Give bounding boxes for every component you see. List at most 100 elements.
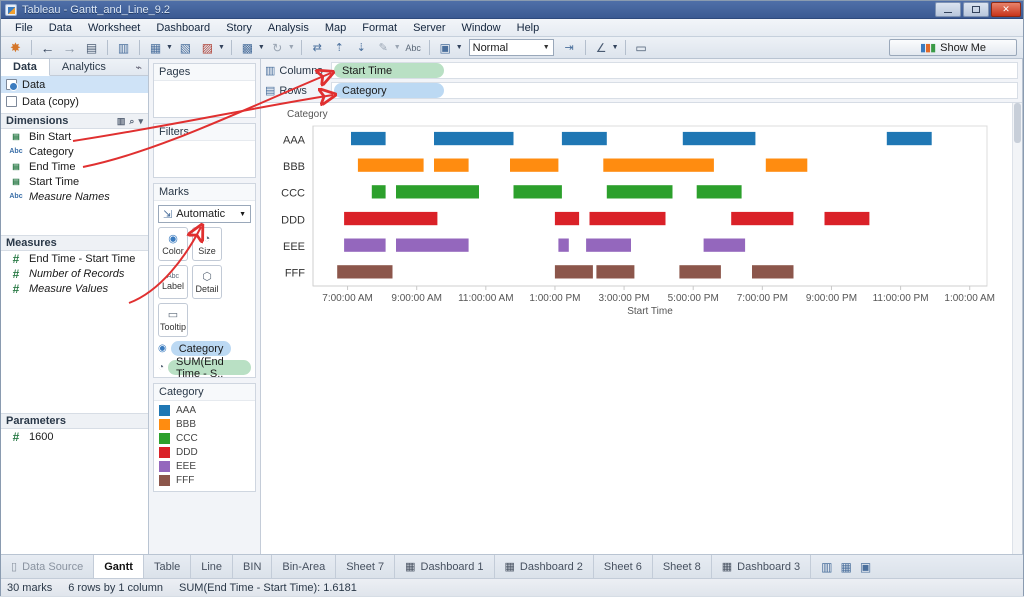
gantt-bar-ccc[interactable] xyxy=(696,185,742,199)
dimension-category[interactable]: Abc Category xyxy=(1,144,148,159)
sort-descending-icon[interactable]: ⇣ xyxy=(352,38,371,57)
gantt-bar-eee[interactable] xyxy=(344,238,386,252)
pages-drop-zone[interactable] xyxy=(154,81,255,117)
pin-pane-icon[interactable]: ⌁ xyxy=(129,59,148,75)
swap-rows-columns-icon[interactable]: ⇄ xyxy=(308,38,327,57)
close-button[interactable]: ✕ xyxy=(991,2,1021,17)
view-vertical-scrollbar[interactable] xyxy=(1012,103,1022,554)
sheet-tab-line[interactable]: Line xyxy=(191,555,234,578)
parameter-1600[interactable]: # 1600 xyxy=(1,429,148,444)
gantt-bar-ccc[interactable] xyxy=(606,185,673,199)
marks-pill-sum-end-time-start-time[interactable]: SUM(End Time - S.. xyxy=(168,356,251,380)
new-worksheet-icon[interactable]: ▥ xyxy=(821,560,832,574)
gantt-bar-ddd[interactable] xyxy=(731,211,794,226)
new-worksheet-icon[interactable]: ▦ xyxy=(146,38,165,57)
gantt-bar-ddd[interactable] xyxy=(554,211,580,226)
gantt-bar-aaa[interactable] xyxy=(351,131,386,146)
pause-chevron-down-icon[interactable]: ▼ xyxy=(258,44,265,51)
dimension-measure-names[interactable]: Abc Measure Names xyxy=(1,189,148,204)
sheet-tab-dashboard-3[interactable]: ▦ Dashboard 3 xyxy=(712,555,812,578)
highlight-icon[interactable]: ✎ xyxy=(374,38,393,57)
gantt-bar-bbb[interactable] xyxy=(434,158,469,172)
gantt-bar-eee[interactable] xyxy=(586,238,631,252)
columns-pill-start-time[interactable]: Start Time xyxy=(334,63,444,78)
tab-data[interactable]: Data xyxy=(1,59,50,76)
legend-item-eee[interactable]: EEE xyxy=(154,459,255,473)
gantt-bar-ddd[interactable] xyxy=(589,211,666,226)
refresh-icon[interactable]: ↻ xyxy=(268,38,287,57)
gantt-bar-aaa[interactable] xyxy=(561,131,607,146)
rows-pill-category[interactable]: Category xyxy=(334,83,444,98)
gantt-bar-ccc[interactable] xyxy=(371,185,386,199)
menu-file[interactable]: File xyxy=(7,20,41,36)
gantt-bar-ccc[interactable] xyxy=(513,185,562,199)
fit-icon[interactable]: ⇥ xyxy=(560,38,579,57)
dimension-bin-start[interactable]: ▤ Bin Start xyxy=(1,129,148,144)
menu-server[interactable]: Server xyxy=(405,20,453,36)
new-worksheet-chevron-down-icon[interactable]: ▼ xyxy=(166,44,173,51)
gantt-bar-ccc[interactable] xyxy=(396,185,479,199)
tableau-home-icon[interactable]: ✸ xyxy=(6,38,25,57)
duplicate-sheet-icon[interactable]: ▧ xyxy=(176,38,195,57)
marks-type-select[interactable]: ⇲ Automatic ▼ xyxy=(158,205,251,223)
new-dashboard-icon[interactable]: ▦ xyxy=(841,560,852,574)
rows-drop-zone[interactable]: Category xyxy=(331,82,1018,99)
gantt-bar-bbb[interactable] xyxy=(357,158,424,172)
gantt-bar-bbb[interactable] xyxy=(603,158,714,172)
clear-sheet-chevron-down-icon[interactable]: ▼ xyxy=(218,44,225,51)
resize-grip[interactable] xyxy=(1007,581,1021,595)
sheet-tab-sheet-7[interactable]: Sheet 7 xyxy=(336,555,396,578)
marks-pill-category[interactable]: Category xyxy=(170,341,232,356)
measure-measure-values[interactable]: # Measure Values xyxy=(1,281,148,296)
columns-drop-zone[interactable]: Start Time xyxy=(331,62,1018,79)
sheet-tab-dashboard-1[interactable]: ▦ Dashboard 1 xyxy=(395,555,495,578)
gantt-bar-eee[interactable] xyxy=(703,238,746,252)
save-icon[interactable]: ▤ xyxy=(82,38,101,57)
measure-end-time-minus-start-time[interactable]: # End Time - Start Time xyxy=(1,251,148,266)
fit-select[interactable]: Normal ▼ xyxy=(468,39,554,56)
gantt-bar-bbb[interactable] xyxy=(765,158,808,172)
marks-tooltip-button[interactable]: ▭ Tooltip xyxy=(158,303,188,337)
minimize-button[interactable] xyxy=(935,2,961,17)
add-data-source-icon[interactable]: ▥ xyxy=(114,38,133,57)
legend-item-ddd[interactable]: DDD xyxy=(154,445,255,459)
legend-item-ccc[interactable]: CCC xyxy=(154,431,255,445)
new-story-icon[interactable]: ▣ xyxy=(860,560,871,574)
measure-number-of-records[interactable]: # Number of Records xyxy=(1,266,148,281)
sort-ascending-icon[interactable]: ⇡ xyxy=(330,38,349,57)
gantt-bar-aaa[interactable] xyxy=(886,131,932,146)
format-chevron-down-icon[interactable]: ▼ xyxy=(612,44,619,51)
sheet-tab-table[interactable]: Table xyxy=(144,555,192,578)
marks-label-button[interactable]: Abc Label xyxy=(158,265,188,299)
pause-updates-icon[interactable]: ▩ xyxy=(238,38,257,57)
sheet-tab-bin[interactable]: BIN xyxy=(233,555,273,578)
legend-item-bbb[interactable]: BBB xyxy=(154,417,255,431)
menu-data[interactable]: Data xyxy=(41,20,80,36)
marks-size-button[interactable]: ◔ Size xyxy=(192,227,222,261)
menu-worksheet[interactable]: Worksheet xyxy=(80,20,148,36)
marks-color-button[interactable]: ◉ Color xyxy=(158,227,188,261)
gantt-bar-fff[interactable] xyxy=(554,265,593,279)
gantt-bar-aaa[interactable] xyxy=(682,131,756,146)
group-by-folder-icon[interactable]: ▥ xyxy=(117,116,126,127)
dimension-end-time[interactable]: ▤ End Time xyxy=(1,159,148,174)
gantt-bar-eee[interactable] xyxy=(558,238,569,252)
gantt-bar-fff[interactable] xyxy=(337,265,393,279)
gantt-bar-fff[interactable] xyxy=(752,265,794,279)
sheet-tab-bin-area[interactable]: Bin-Area xyxy=(272,555,337,578)
show-me-button[interactable]: ▮▮▮ Show Me xyxy=(889,39,1017,56)
gantt-bar-bbb[interactable] xyxy=(510,158,559,172)
gantt-chart[interactable]: AAA BBB CCC DDD EEE FFF 7:00:00 AM 9:00:00 AM 11… xyxy=(265,120,1005,320)
menu-dashboard[interactable]: Dashboard xyxy=(148,20,218,36)
marks-detail-button[interactable]: ⬡ Detail xyxy=(192,265,222,299)
chevron-down-icon[interactable]: ▾ xyxy=(138,116,143,127)
back-arrow-icon[interactable]: ← xyxy=(38,38,57,57)
tab-analytics[interactable]: Analytics xyxy=(50,59,118,75)
gantt-bar-fff[interactable] xyxy=(596,265,635,279)
legend-item-aaa[interactable]: AAA xyxy=(154,403,255,417)
gantt-bar-ddd[interactable] xyxy=(824,211,870,226)
sheet-tab-dashboard-2[interactable]: ▦ Dashboard 2 xyxy=(495,555,594,578)
forward-arrow-icon[interactable]: → xyxy=(60,38,79,57)
gantt-bar-ddd[interactable] xyxy=(344,211,438,226)
data-source-item-data[interactable]: Data xyxy=(1,76,148,93)
